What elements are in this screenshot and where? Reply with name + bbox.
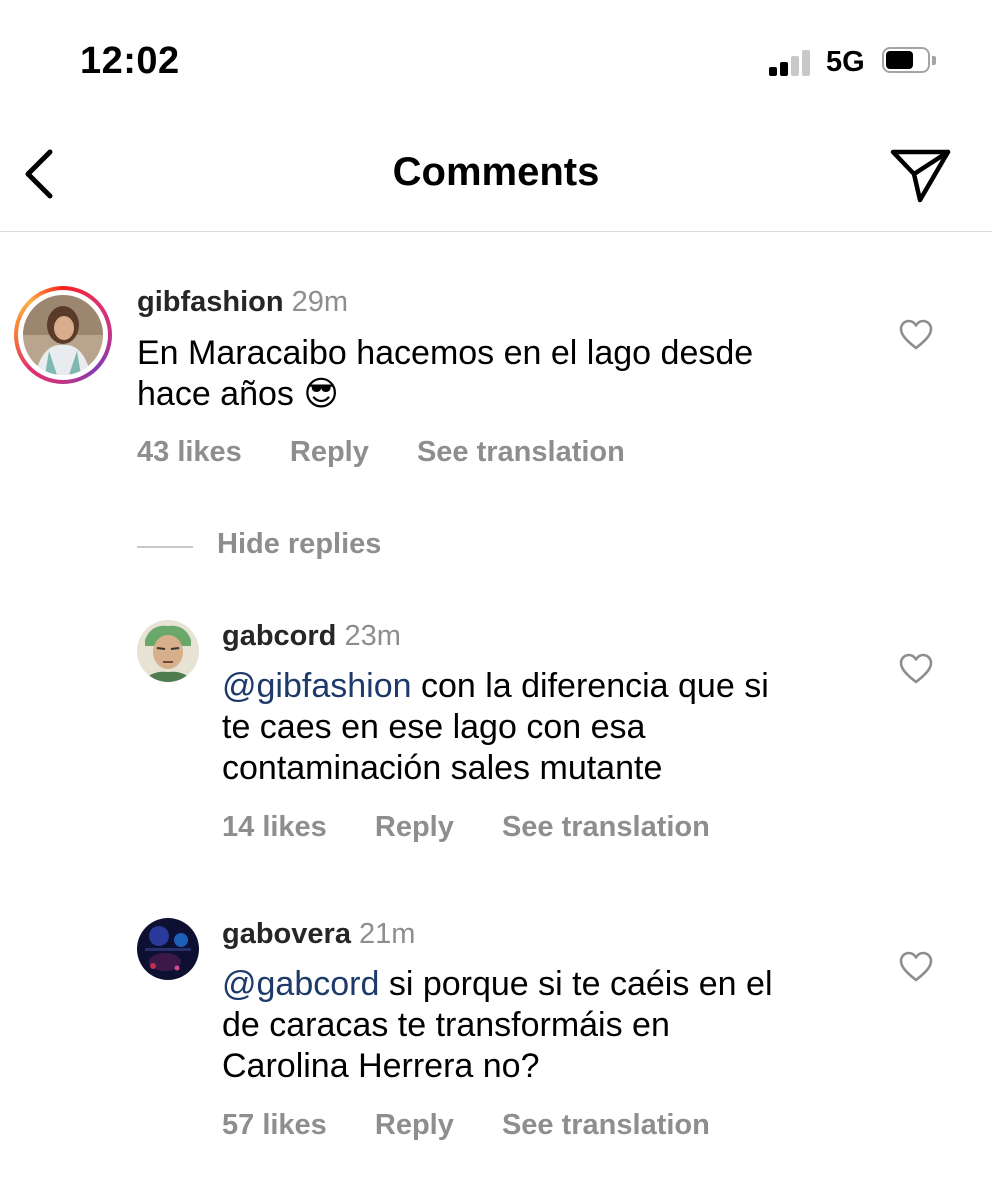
username[interactable]: gabcord — [222, 620, 336, 652]
comment-line-text: si porque si te caéis en el — [379, 965, 773, 1003]
mention-link[interactable]: @gibfashion — [222, 667, 412, 705]
status-time: 12:02 — [80, 40, 180, 82]
see-translation-button[interactable]: See translation — [502, 1109, 710, 1141]
comment-meta: gibfashion 29m — [137, 286, 348, 319]
hide-replies-label: Hide replies — [217, 528, 382, 560]
mention-link[interactable]: @gabcord — [222, 965, 379, 1003]
signal-icon — [769, 50, 813, 76]
comment: gibfashion 29m En Maracaibo hacemos en e… — [0, 286, 992, 486]
battery-icon — [882, 47, 936, 75]
avatar-story-ring[interactable] — [14, 286, 112, 384]
network-type: 5G — [826, 46, 865, 78]
likes-count[interactable]: 43 likes — [137, 436, 242, 468]
reply-button[interactable]: Reply — [375, 811, 454, 843]
comment-line: @gibfashion con la diferencia que si — [222, 666, 769, 707]
comment-actions: 43 likes Reply See translation — [137, 436, 665, 469]
heart-icon[interactable] — [899, 951, 933, 983]
comment-actions: 14 likes Reply See translation — [222, 811, 750, 844]
comment-actions: 57 likes Reply See translation — [222, 1109, 750, 1142]
status-bar: 12:02 5G — [0, 0, 992, 120]
comment-text: @gabcord si porque si te caéis en el de … — [222, 964, 773, 1087]
comment-text: @gibfashion con la diferencia que si te … — [222, 666, 769, 789]
reply: gabcord 23m @gibfashion con la diferenci… — [0, 620, 992, 850]
comment-meta: gabcord 23m — [222, 620, 401, 653]
avatar[interactable] — [137, 918, 199, 980]
see-translation-button[interactable]: See translation — [417, 436, 625, 468]
paper-plane-icon[interactable] — [888, 144, 954, 206]
comment-line: @gabcord si porque si te caéis en el — [222, 964, 773, 1005]
comment-line: Carolina Herrera no? — [222, 1047, 540, 1085]
avatar — [23, 295, 103, 375]
timestamp: 29m — [291, 286, 349, 318]
see-translation-button[interactable]: See translation — [502, 811, 710, 843]
comments-header: Comments — [0, 120, 992, 232]
username[interactable]: gabovera — [222, 918, 351, 950]
username[interactable]: gibfashion — [137, 286, 284, 318]
avatar[interactable] — [137, 620, 199, 682]
divider — [137, 546, 193, 548]
comment-text: En Maracaibo hacemos en el lago desde ha… — [137, 333, 753, 415]
comment-line: de caracas te transformáis en — [222, 1006, 670, 1044]
page-title: Comments — [392, 150, 600, 194]
reply-button[interactable]: Reply — [290, 436, 369, 468]
reply: gabovera 21m @gabcord si porque si te ca… — [0, 918, 992, 1148]
likes-count[interactable]: 14 likes — [222, 811, 327, 843]
comment-line: hace años 😎 — [137, 375, 339, 413]
comment-line: En Maracaibo hacemos en el lago desde — [137, 334, 754, 372]
comment-line-text: con la diferencia que si — [411, 667, 769, 705]
comment-line: te caes en ese lago con esa — [222, 708, 646, 746]
likes-count[interactable]: 57 likes — [222, 1109, 327, 1141]
timestamp: 23m — [344, 620, 401, 652]
heart-icon[interactable] — [899, 653, 933, 685]
timestamp: 21m — [359, 918, 416, 950]
comment-line: contaminación sales mutante — [222, 749, 663, 787]
heart-icon[interactable] — [899, 319, 933, 351]
reply-button[interactable]: Reply — [375, 1109, 454, 1141]
comment-meta: gabovera 21m — [222, 918, 415, 951]
